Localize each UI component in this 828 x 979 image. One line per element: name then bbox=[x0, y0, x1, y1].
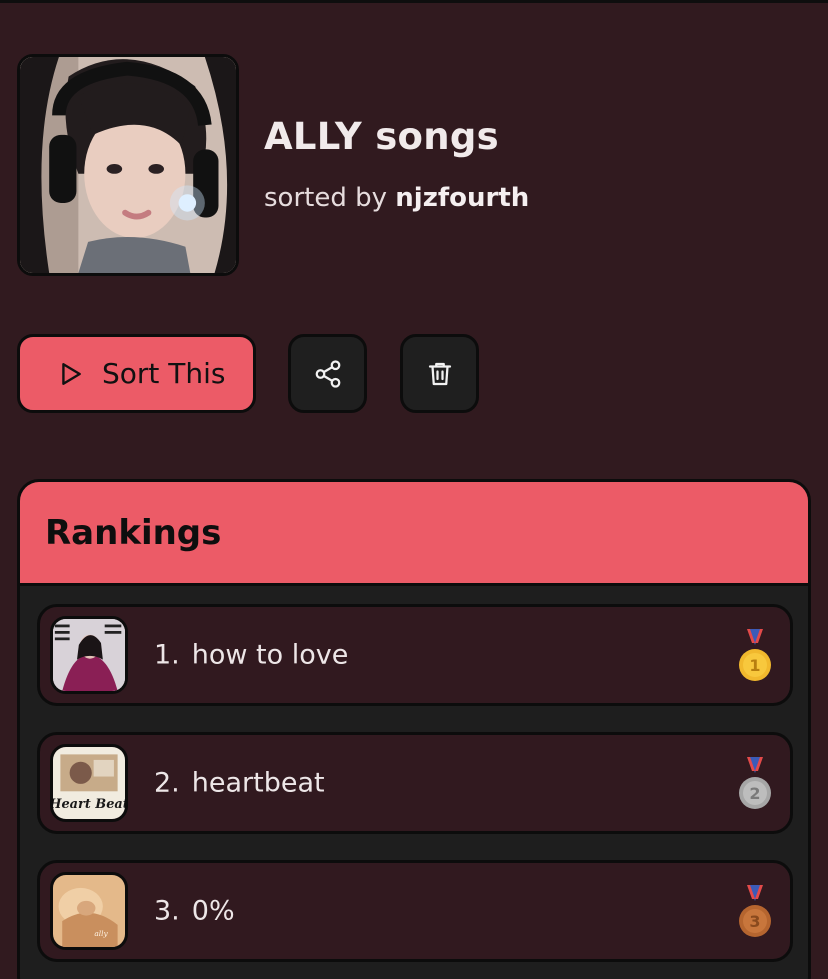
svg-text:3: 3 bbox=[749, 912, 760, 931]
song-label: 1. how to love bbox=[154, 640, 348, 671]
page-title: ALLY songs bbox=[264, 115, 499, 158]
sorted-by-line: sorted by njzfourth bbox=[264, 183, 529, 213]
svg-text:1: 1 bbox=[749, 656, 760, 675]
share-icon bbox=[315, 359, 340, 388]
sort-this-label: Sort This bbox=[102, 357, 226, 390]
playlist-cover-image bbox=[17, 54, 239, 276]
trash-icon bbox=[428, 362, 451, 385]
song-title: heartbeat bbox=[191, 767, 325, 799]
rank-number: 1. bbox=[154, 639, 180, 671]
sorted-by-prefix: sorted by bbox=[264, 183, 387, 213]
play-icon bbox=[62, 362, 81, 385]
ranking-row-2[interactable]: Heart Beat 2. heartbeat 2 bbox=[37, 732, 793, 834]
sorted-by-user-link[interactable]: njzfourth bbox=[395, 183, 529, 213]
bronze-medal-icon: 3 bbox=[739, 885, 771, 937]
svg-text:Heart Beat: Heart Beat bbox=[53, 797, 125, 812]
ranking-row-1[interactable]: 1. how to love 1 bbox=[37, 604, 793, 706]
sort-this-button[interactable]: Sort This bbox=[17, 334, 256, 413]
svg-text:ally: ally bbox=[94, 929, 108, 938]
song-cover-thumbnail bbox=[50, 616, 128, 694]
song-cover-thumbnail: Heart Beat bbox=[50, 744, 128, 822]
delete-button[interactable] bbox=[400, 334, 479, 413]
song-label: 3. 0% bbox=[154, 896, 235, 927]
ranking-row-3[interactable]: ally 3. 0% 3 bbox=[37, 860, 793, 962]
rank-number: 3. bbox=[154, 895, 180, 927]
gold-medal-icon: 1 bbox=[739, 629, 771, 681]
song-cover-thumbnail: ally bbox=[50, 872, 128, 950]
svg-text:2: 2 bbox=[749, 784, 760, 803]
rankings-panel: Rankings 1. how to love 1 Heart Beat 2. … bbox=[17, 479, 811, 979]
share-button[interactable] bbox=[288, 334, 367, 413]
rank-number: 2. bbox=[154, 767, 180, 799]
song-title: 0% bbox=[191, 895, 235, 927]
song-label: 2. heartbeat bbox=[154, 768, 325, 799]
silver-medal-icon: 2 bbox=[739, 757, 771, 809]
rankings-header: Rankings bbox=[20, 482, 808, 586]
song-title: how to love bbox=[191, 639, 349, 671]
rankings-title: Rankings bbox=[45, 512, 222, 553]
